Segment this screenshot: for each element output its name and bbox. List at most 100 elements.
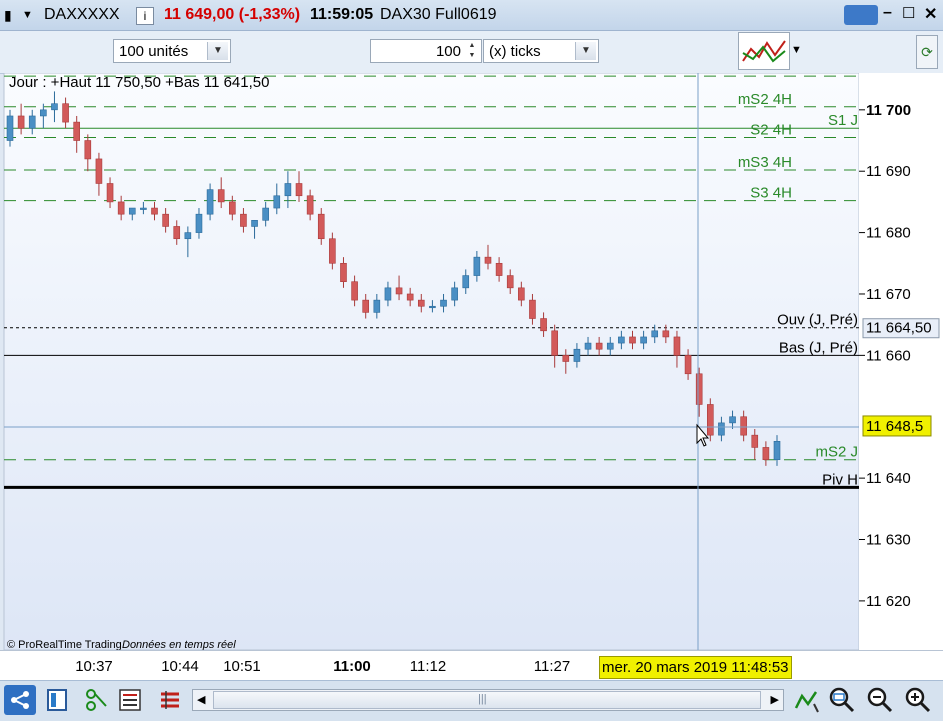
candle-body [51, 103, 58, 111]
instrument-label: DAX30 Full0619 [380, 6, 497, 23]
candle-body [362, 299, 370, 313]
candle-body [17, 115, 25, 129]
scroll-thumb[interactable]: ||| [213, 691, 761, 709]
realtime-label: Données en temps réel [122, 639, 236, 650]
candle-body [329, 238, 336, 264]
copyright-label: © ProRealTime Trading [7, 639, 122, 650]
layout-icon [47, 689, 67, 711]
candle-body [417, 299, 425, 307]
drawing-tools-icon [86, 689, 107, 711]
candle-body [473, 256, 481, 276]
candle-body [140, 207, 147, 210]
candle-body [718, 422, 725, 436]
candlestick-icon: ▮ [4, 7, 12, 23]
candle-body [295, 183, 303, 197]
candle-body [551, 330, 558, 356]
candle-body [651, 330, 659, 338]
candle-body [640, 336, 647, 344]
close-icon[interactable]: ✕ [924, 4, 937, 24]
window-titlebar: ▮ ▼ DAXXXXX i 11 649,00 (-1,33%) 11:59:0… [0, 0, 943, 31]
level-label: Bas (J, Pré) [779, 339, 858, 356]
candle-body [206, 189, 214, 215]
order-toolbar: 100 unités ▼ 100 ▲ ▼ (x) ticks ▼ ▼ ⟳ [0, 31, 943, 74]
bottom-toolbar: ◀ ||| ▶ [0, 680, 943, 721]
x-tick-label: 10:44 [161, 658, 199, 675]
level-label: Piv H [822, 471, 858, 488]
stepper-icon[interactable]: ▲ ▼ [465, 41, 479, 61]
y-tick-label: 11 630 [866, 532, 911, 549]
y-tick-label: 11 660 [866, 347, 911, 364]
candle-body [595, 342, 603, 350]
zoom-out-button[interactable] [864, 685, 896, 715]
candle-body [395, 287, 403, 295]
order-list-button[interactable] [114, 685, 146, 715]
candle-body [606, 342, 614, 350]
x-tick-label: 10:51 [223, 658, 261, 675]
auto-scale-button[interactable] [790, 685, 822, 715]
candle-body [162, 213, 169, 227]
candle-body [506, 275, 514, 289]
candle-body [284, 183, 292, 197]
chevron-down-icon[interactable]: ▼ [575, 42, 596, 60]
time-label: 11:59:05 [310, 6, 374, 23]
units-select[interactable]: 100 unités ▼ [113, 39, 231, 63]
chart-area[interactable]: S1 4H S1 J mS2 4H S2 4H mS3 4H S3 4H Ouv (J, P… [0, 60, 943, 651]
y-tick-label: 11 670 [866, 286, 911, 303]
scroll-left-icon[interactable]: ◀ [197, 693, 205, 706]
x-tick-label: 11:27 [534, 658, 570, 675]
candle-body [451, 287, 458, 301]
candle-body [117, 201, 125, 215]
refresh-button[interactable]: ⟳ [916, 35, 938, 69]
scroll-right-icon[interactable]: ▶ [771, 693, 779, 706]
ticks-unit-select[interactable]: (x) ticks ▼ [483, 39, 599, 63]
ticks-count-input[interactable]: 100 ▲ ▼ [370, 39, 482, 63]
price-change-label: 11 649,00 (-1,33%) [164, 6, 301, 23]
candle-body [40, 109, 47, 117]
horizontal-scrollbar[interactable]: ◀ ||| ▶ [192, 689, 784, 711]
x-tick-label: 11:00 [333, 658, 371, 675]
candle-body [762, 447, 770, 461]
candle-body [673, 336, 681, 356]
maximize-icon[interactable]: ☐ [902, 4, 915, 22]
candle-body [84, 140, 92, 160]
zoom-fit-button[interactable] [826, 685, 858, 715]
layout-button[interactable] [42, 685, 74, 715]
candle-body [317, 213, 325, 240]
indicator-button[interactable] [738, 32, 790, 70]
candle-body [217, 189, 225, 203]
drawing-tools-button[interactable] [80, 685, 112, 715]
time-axis-labels: 10:37 10:44 10:51 11:00 11:12 11:27 [75, 658, 570, 675]
ouv-price-label: 11 664,50 [866, 320, 932, 337]
level-label: S2 4H [750, 121, 792, 138]
candle-body [95, 158, 103, 184]
menu-arrow-icon[interactable]: ▼ [22, 9, 33, 21]
candle-body [729, 416, 736, 424]
chevron-down-icon[interactable]: ▼ [791, 44, 802, 56]
candle-body [751, 434, 759, 448]
minimize-icon[interactable]: – [883, 4, 892, 22]
candle-body [184, 232, 192, 240]
candle-body [662, 330, 670, 338]
candle-body [195, 213, 203, 233]
candle-body [173, 226, 181, 240]
candle-body [262, 207, 269, 221]
chevron-down-icon[interactable]: ▼ [207, 42, 228, 60]
level-label: mS2 J [815, 444, 858, 461]
ticks-unit-value: (x) ticks [489, 43, 541, 60]
y-axis: 11 700 11 690 11 680 11 670 11 660 11 640 11 6… [859, 102, 911, 610]
candle-body [495, 262, 503, 276]
candle-body [440, 299, 447, 307]
y-tick-label: 11 690 [866, 163, 911, 180]
candle-body [240, 213, 247, 227]
info-icon[interactable]: i [136, 7, 154, 25]
candle-body [6, 115, 14, 141]
candle-body [28, 115, 36, 129]
keyboard-icon[interactable] [844, 5, 878, 25]
positions-button[interactable] [154, 685, 186, 715]
level-label: mS3 4H [738, 154, 792, 171]
share-button[interactable] [4, 685, 36, 715]
zoom-in-button[interactable] [902, 685, 934, 715]
symbol-label[interactable]: DAXXXXX [44, 6, 120, 24]
price-chart[interactable]: S1 4H S1 J mS2 4H S2 4H mS3 4H S3 4H Ouv (J, P… [0, 60, 943, 651]
candle-body [128, 207, 136, 215]
